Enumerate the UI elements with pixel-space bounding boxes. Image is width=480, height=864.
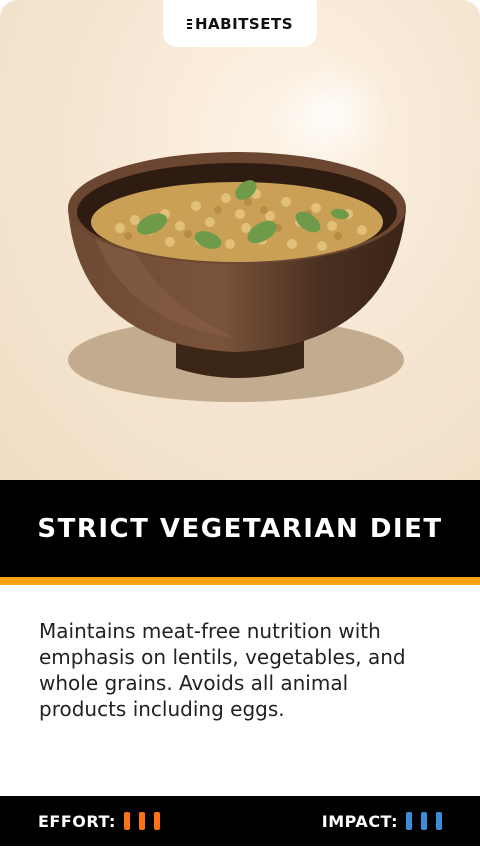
effort-pip xyxy=(138,812,145,830)
impact-pip xyxy=(406,812,412,830)
effort-pip xyxy=(123,812,130,830)
card-title: STRICT VEGETARIAN DIET xyxy=(37,513,443,544)
ratings-footer: EFFORT: IMPACT: xyxy=(0,796,480,846)
impact-meter: IMPACT: xyxy=(322,812,442,831)
card-description: Maintains meat-free nutrition with empha… xyxy=(39,619,406,721)
effort-meter: EFFORT: xyxy=(38,812,160,831)
lentil-bowl-icon xyxy=(68,60,406,402)
logo-mark-icon xyxy=(187,18,192,29)
effort-pips xyxy=(123,812,160,830)
card-bottom-edge xyxy=(0,846,480,864)
effort-pip xyxy=(153,812,160,830)
impact-label: IMPACT: xyxy=(321,811,398,831)
habit-card[interactable]: HABITSETS STRICT VEGETARIAN DIET Maintai… xyxy=(0,0,480,864)
impact-pip xyxy=(436,812,442,830)
title-band: STRICT VEGETARIAN DIET xyxy=(0,480,480,577)
impact-pips xyxy=(406,812,442,830)
effort-label: EFFORT: xyxy=(38,811,116,831)
hero-image: HABITSETS xyxy=(0,0,480,480)
impact-pip xyxy=(421,812,427,830)
brand-logo[interactable]: HABITSETS xyxy=(163,0,317,47)
accent-divider xyxy=(0,577,480,585)
logo-text: HABITSETS xyxy=(195,14,293,33)
